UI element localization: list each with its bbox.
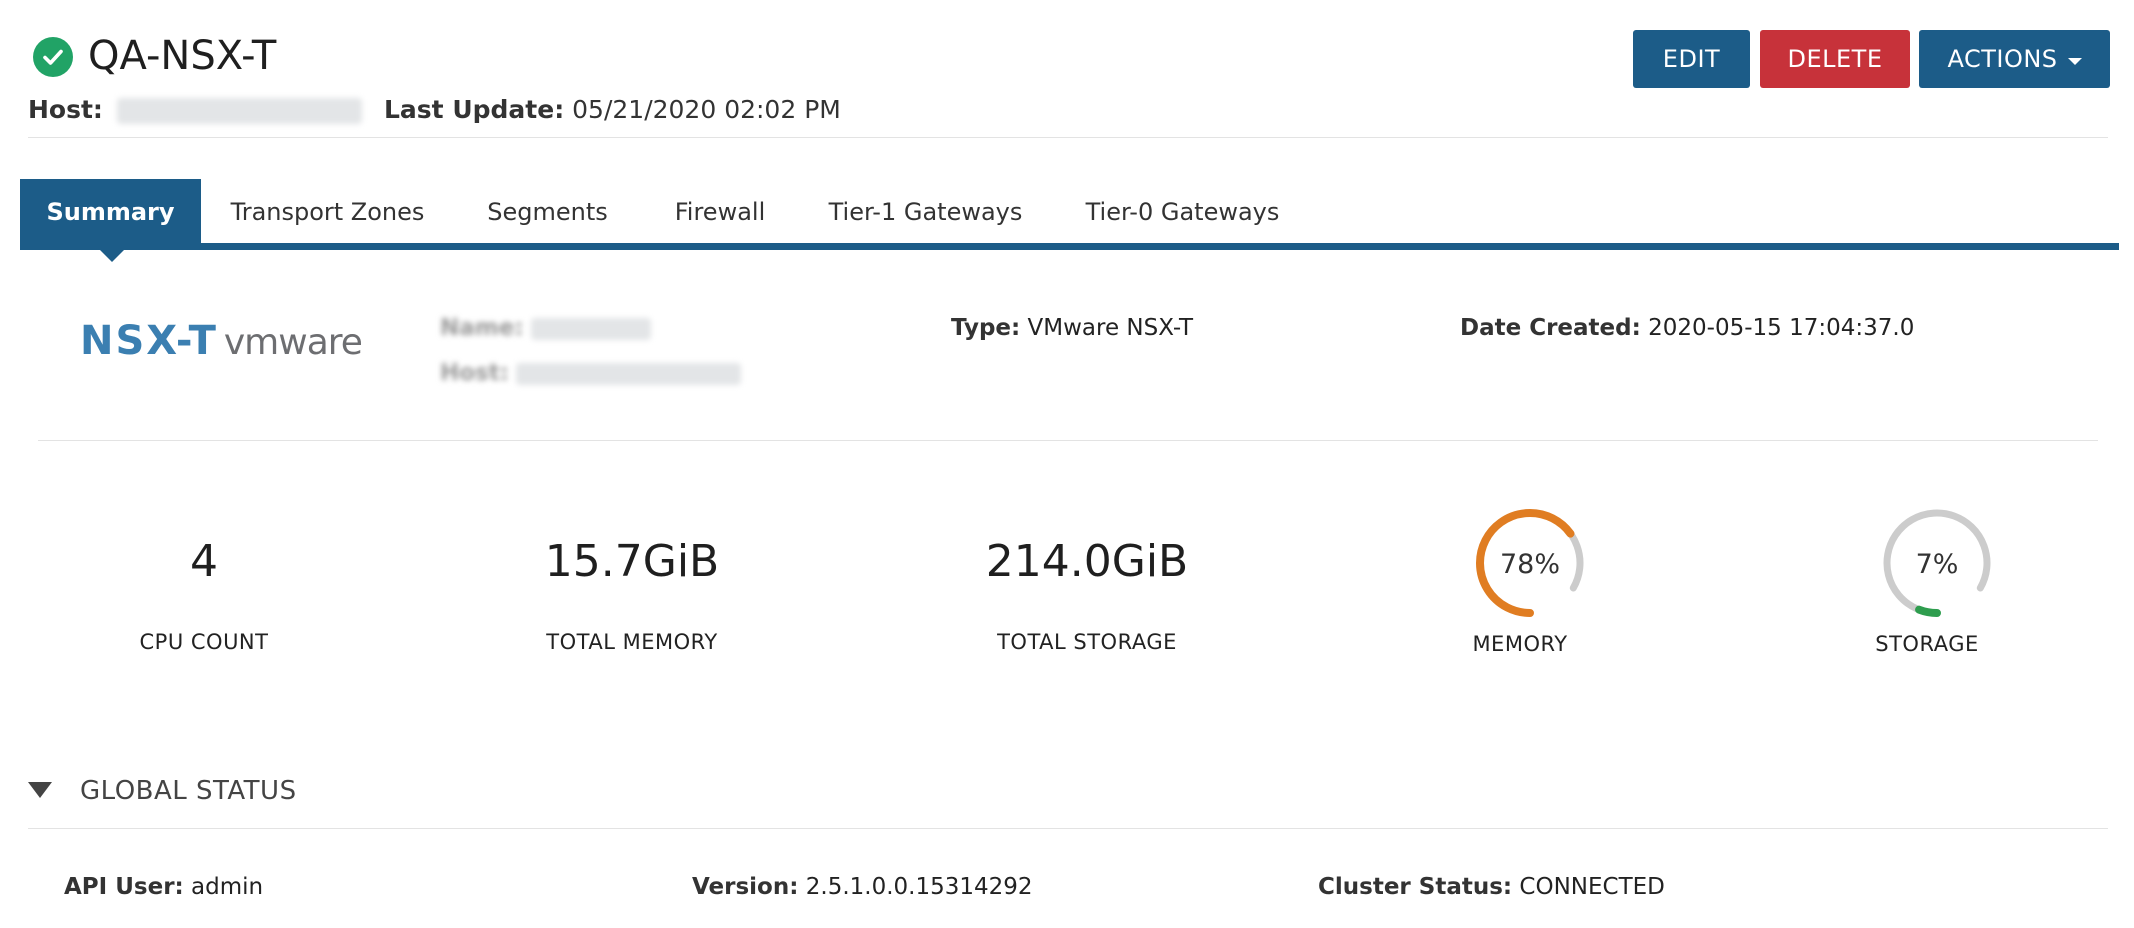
- total-storage-caption: TOTAL STORAGE: [957, 628, 1217, 656]
- last-update-label: Last Update:: [384, 95, 565, 124]
- version-field: Version: 2.5.1.0.0.15314292: [692, 872, 1033, 902]
- tab-tier0-gateways[interactable]: Tier-0 Gateways: [1075, 179, 1290, 245]
- date-created-label: Date Created:: [1460, 315, 1641, 341]
- header-divider: [28, 137, 2108, 138]
- memory-gauge: 78%: [1470, 503, 1590, 627]
- check-circle-icon: [33, 37, 73, 77]
- global-status-divider: [28, 828, 2108, 829]
- cpu-count-value: 4: [190, 536, 218, 587]
- storage-gauge: 7%: [1877, 503, 1997, 627]
- caret-down-icon: [2067, 57, 2082, 65]
- details-divider: [38, 440, 2098, 441]
- type-label: Type:: [951, 315, 1021, 341]
- version-value: 2.5.1.0.0.15314292: [805, 874, 1033, 900]
- host-detail-label: Host:: [440, 360, 509, 386]
- nsx-t-vmware-logo: NSX-T vmware: [80, 318, 363, 364]
- host-row: Host:: [28, 94, 362, 126]
- api-user-value: admin: [191, 874, 264, 900]
- total-memory-value: 15.7GiB: [544, 536, 720, 587]
- actions-label: ACTIONS: [1947, 45, 2058, 73]
- tabs-underline: [20, 243, 2119, 250]
- tab-tier1-gateways[interactable]: Tier-1 Gateways: [818, 179, 1033, 245]
- host-label: Host:: [28, 95, 103, 124]
- tab-segments[interactable]: Segments: [470, 179, 625, 245]
- total-storage-stat: 214.0GiB: [957, 534, 1217, 590]
- cpu-count-stat: 4: [104, 534, 304, 590]
- memory-gauge-text: 78%: [1500, 549, 1560, 580]
- storage-caption: STORAGE: [1837, 630, 2017, 658]
- cluster-status-label: Cluster Status:: [1318, 874, 1513, 900]
- api-user-field: API User: admin: [64, 872, 263, 902]
- name-value-redacted: [530, 317, 651, 340]
- logo-product: NSX-T: [80, 318, 218, 364]
- storage-gauge-text: 7%: [1916, 549, 1959, 580]
- cpu-count-caption: CPU COUNT: [104, 628, 304, 656]
- name-label: Name:: [440, 315, 524, 341]
- date-created-value: 2020-05-15 17:04:37.0: [1648, 315, 1915, 341]
- total-memory-caption: TOTAL MEMORY: [512, 628, 752, 656]
- last-update: Last Update: 05/21/2020 02:02 PM: [384, 94, 841, 126]
- actions-button[interactable]: ACTIONS: [1919, 30, 2110, 88]
- host-field: Host:: [440, 358, 742, 388]
- logo-vendor: vmware: [223, 322, 363, 363]
- cpu-count-label: CPU COUNT: [139, 630, 269, 654]
- last-update-value: 05/21/2020 02:02 PM: [572, 95, 841, 124]
- total-memory-label: TOTAL MEMORY: [546, 630, 718, 654]
- name-field: Name:: [440, 313, 651, 343]
- page-title: QA-NSX-T: [88, 33, 277, 79]
- edit-button[interactable]: EDIT: [1633, 30, 1750, 88]
- total-storage-value: 214.0GiB: [985, 536, 1189, 587]
- host-value-redacted: [116, 98, 362, 124]
- storage-label: STORAGE: [1875, 632, 1979, 656]
- version-label: Version:: [692, 874, 799, 900]
- host-detail-value-redacted: [516, 362, 742, 385]
- memory-gauge-chart: 78%: [1476, 509, 1584, 617]
- tab-firewall[interactable]: Firewall: [660, 179, 780, 245]
- tab-transport-zones[interactable]: Transport Zones: [220, 179, 435, 245]
- total-memory-stat: 15.7GiB: [512, 534, 752, 590]
- storage-gauge-arc: [1915, 605, 1941, 617]
- active-tab-pointer: [99, 249, 125, 262]
- collapse-triangle-icon[interactable]: [28, 782, 52, 798]
- cluster-status-value: CONNECTED: [1519, 874, 1665, 900]
- cluster-status-field: Cluster Status: CONNECTED: [1318, 872, 1665, 902]
- type-value: VMware NSX-T: [1027, 315, 1194, 341]
- global-status-title[interactable]: GLOBAL STATUS: [80, 774, 297, 808]
- date-created-field: Date Created: 2020-05-15 17:04:37.0: [1460, 313, 1914, 343]
- tab-summary[interactable]: Summary: [20, 179, 201, 245]
- api-user-label: API User:: [64, 874, 184, 900]
- delete-button[interactable]: DELETE: [1760, 30, 1910, 88]
- total-storage-label: TOTAL STORAGE: [997, 630, 1177, 654]
- type-field: Type: VMware NSX-T: [951, 313, 1193, 343]
- memory-caption: MEMORY: [1430, 630, 1610, 658]
- memory-label: MEMORY: [1472, 632, 1568, 656]
- storage-gauge-chart: 7%: [1883, 509, 1991, 617]
